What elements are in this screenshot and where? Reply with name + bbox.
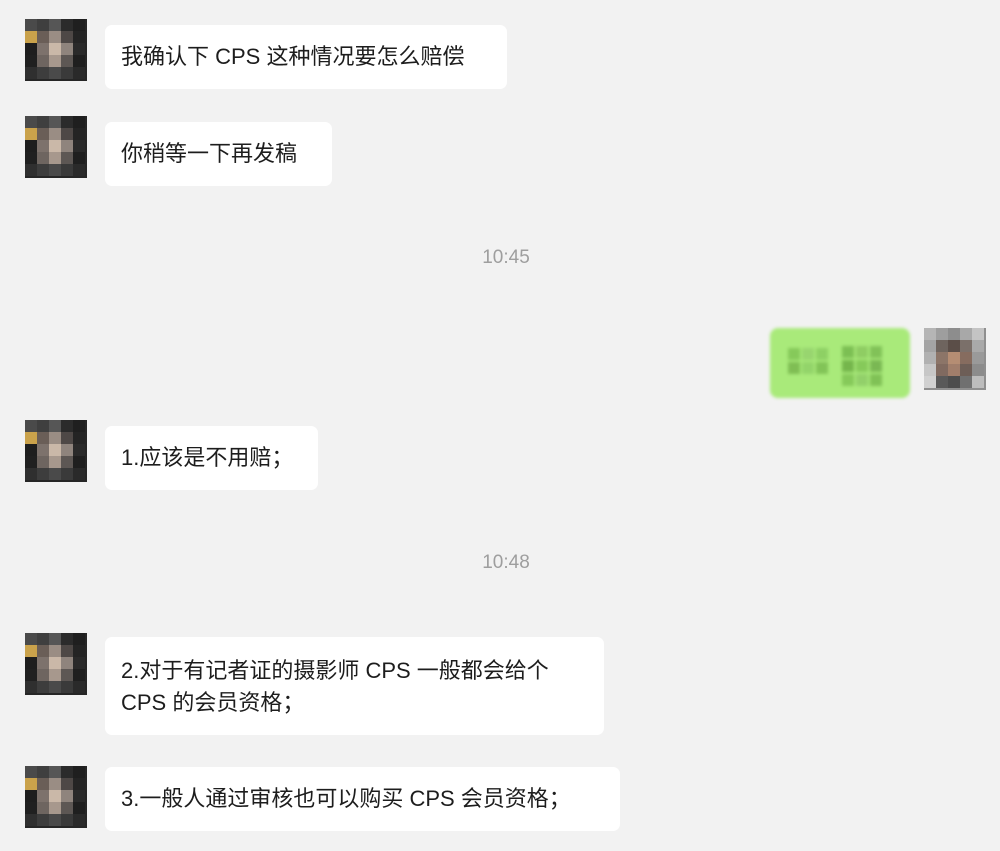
contact-avatar[interactable] [25,766,87,828]
message-text: 3.一般人通过审核也可以购买 CPS 会员资格； [121,786,571,811]
outgoing-message-bubble[interactable] [770,328,910,398]
incoming-message-bubble[interactable]: 3.一般人通过审核也可以购买 CPS 会员资格； [105,767,620,831]
contact-avatar[interactable] [25,116,87,178]
incoming-message-bubble[interactable]: 1.应该是不用赔； [105,426,318,490]
incoming-message-bubble[interactable]: 2.对于有记者证的摄影师 CPS 一般都会给个 CPS 的会员资格； [105,637,604,735]
timestamp-divider: 10:45 [482,247,530,268]
incoming-message-bubble[interactable]: 你稍等一下再发稿 [105,122,332,186]
message-text: 我确认下 CPS 这种情况要怎么赔偿 [121,44,465,69]
message-text: 你稍等一下再发稿 [121,141,298,166]
contact-avatar[interactable] [25,19,87,81]
message-text-line: CPS 的会员资格； [121,690,305,715]
self-avatar[interactable] [924,328,986,390]
timestamp-divider: 10:48 [482,552,530,573]
incoming-message-bubble[interactable]: 我确认下 CPS 这种情况要怎么赔偿 [105,25,507,89]
message-text: 1.应该是不用赔； [121,445,294,470]
message-text-line: 2.对于有记者证的摄影师 CPS 一般都会给个 [121,658,549,683]
contact-avatar[interactable] [25,420,87,482]
contact-avatar[interactable] [25,633,87,695]
